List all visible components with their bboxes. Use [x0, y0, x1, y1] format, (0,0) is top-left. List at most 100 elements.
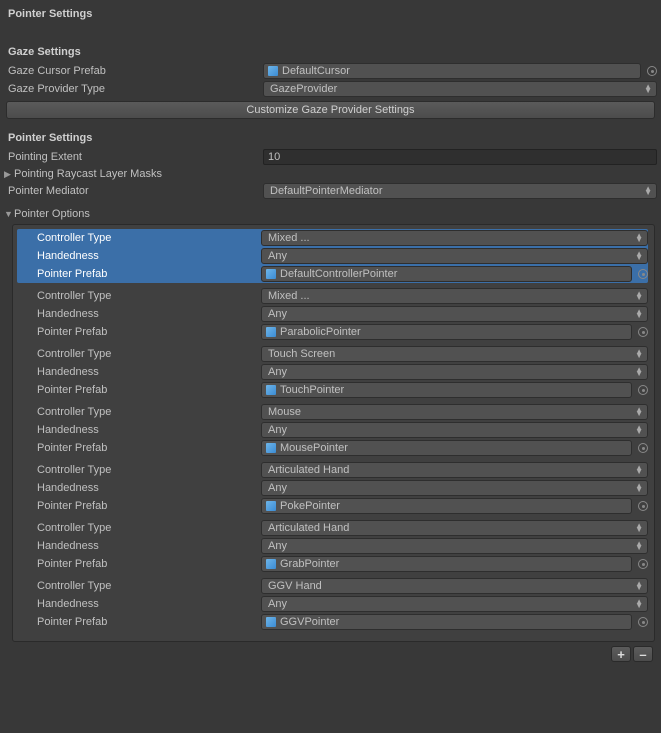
prefab-icon — [266, 269, 276, 279]
handedness-value: Any — [268, 540, 287, 552]
pointer-option[interactable]: Controller Type Articulated Hand ▲▼ Hand… — [17, 461, 648, 515]
gaze-header: Gaze Settings — [4, 42, 657, 62]
pointer-prefab-field[interactable]: DefaultControllerPointer — [261, 266, 632, 282]
gaze-cursor-label: Gaze Cursor Prefab — [8, 65, 263, 77]
pointer-options-list: Controller Type Mixed ... ▲▼ Handedness … — [12, 224, 655, 642]
customize-gaze-button[interactable]: Customize Gaze Provider Settings — [6, 101, 655, 119]
pointer-prefab-field[interactable]: GGVPointer — [261, 614, 632, 630]
handedness-value: Any — [268, 424, 287, 436]
dropdown-arrows-icon: ▲▼ — [635, 292, 643, 300]
pointer-prefab-label: Pointer Prefab — [19, 558, 261, 570]
controller-type-dropdown[interactable]: Mixed ... ▲▼ — [261, 288, 648, 304]
foldout-arrow-icon: ▼ — [4, 209, 14, 219]
handedness-label: Handedness — [19, 540, 261, 552]
pointer-option[interactable]: Controller Type Mixed ... ▲▼ Handedness … — [17, 287, 648, 341]
pointer-option[interactable]: Controller Type Mouse ▲▼ Handedness Any … — [17, 403, 648, 457]
dropdown-arrows-icon: ▲▼ — [635, 234, 643, 242]
raycast-label: Pointing Raycast Layer Masks — [14, 168, 162, 180]
pointer-options-foldout[interactable]: ▼ Pointer Options — [4, 206, 657, 222]
handedness-value: Any — [268, 598, 287, 610]
mediator-dropdown[interactable]: DefaultPointerMediator ▲▼ — [263, 183, 657, 199]
mediator-value: DefaultPointerMediator — [270, 185, 383, 197]
pointer-prefab-field[interactable]: ParabolicPointer — [261, 324, 632, 340]
gaze-cursor-picker[interactable] — [643, 64, 657, 78]
handedness-dropdown[interactable]: Any ▲▼ — [261, 364, 648, 380]
pointer-prefab-field[interactable]: GrabPointer — [261, 556, 632, 572]
dropdown-arrows-icon: ▲▼ — [635, 524, 643, 532]
pointing-extent-field[interactable]: 10 — [263, 149, 657, 165]
pointer-prefab-value: GGVPointer — [280, 616, 339, 628]
dropdown-arrows-icon: ▲▼ — [635, 252, 643, 260]
controller-type-value: Mixed ... — [268, 290, 310, 302]
pointer-option[interactable]: Controller Type GGV Hand ▲▼ Handedness A… — [17, 577, 648, 631]
handedness-dropdown[interactable]: Any ▲▼ — [261, 480, 648, 496]
controller-type-label: Controller Type — [19, 232, 261, 244]
handedness-value: Any — [268, 366, 287, 378]
pointer-prefab-value: ParabolicPointer — [280, 326, 361, 338]
controller-type-value: Articulated Hand — [268, 464, 349, 476]
prefab-picker[interactable] — [634, 325, 648, 339]
pointer-prefab-field[interactable]: PokePointer — [261, 498, 632, 514]
handedness-dropdown[interactable]: Any ▲▼ — [261, 538, 648, 554]
handedness-dropdown[interactable]: Any ▲▼ — [261, 596, 648, 612]
dropdown-arrows-icon: ▲▼ — [635, 466, 643, 474]
prefab-picker[interactable] — [634, 557, 648, 571]
pointer-prefab-value: DefaultControllerPointer — [280, 268, 397, 280]
pointer-prefab-value: TouchPointer — [280, 384, 344, 396]
prefab-icon — [266, 385, 276, 395]
pointer-option[interactable]: Controller Type Articulated Hand ▲▼ Hand… — [17, 519, 648, 573]
dropdown-arrows-icon: ▲▼ — [644, 187, 652, 195]
dropdown-arrows-icon: ▲▼ — [635, 350, 643, 358]
raycast-foldout[interactable]: ▶ Pointing Raycast Layer Masks — [4, 166, 657, 182]
controller-type-dropdown[interactable]: Articulated Hand ▲▼ — [261, 520, 648, 536]
prefab-picker[interactable] — [634, 441, 648, 455]
controller-type-dropdown[interactable]: Mouse ▲▼ — [261, 404, 648, 420]
pointer-header: Pointer Settings — [4, 128, 657, 148]
prefab-picker[interactable] — [634, 267, 648, 281]
controller-type-label: Controller Type — [19, 406, 261, 418]
controller-type-dropdown[interactable]: Articulated Hand ▲▼ — [261, 462, 648, 478]
pointer-prefab-value: GrabPointer — [280, 558, 339, 570]
dropdown-arrows-icon: ▲▼ — [635, 582, 643, 590]
controller-type-dropdown[interactable]: Mixed ... ▲▼ — [261, 230, 648, 246]
handedness-dropdown[interactable]: Any ▲▼ — [261, 306, 648, 322]
pointer-prefab-field[interactable]: TouchPointer — [261, 382, 632, 398]
dropdown-arrows-icon: ▲▼ — [635, 310, 643, 318]
dropdown-arrows-icon: ▲▼ — [644, 85, 652, 93]
handedness-label: Handedness — [19, 250, 261, 262]
prefab-icon — [266, 443, 276, 453]
remove-option-button[interactable]: – — [633, 646, 653, 662]
handedness-dropdown[interactable]: Any ▲▼ — [261, 248, 648, 264]
gaze-provider-dropdown[interactable]: GazeProvider ▲▼ — [263, 81, 657, 97]
gaze-cursor-field[interactable]: DefaultCursor — [263, 63, 641, 79]
gaze-provider-value: GazeProvider — [270, 83, 337, 95]
controller-type-dropdown[interactable]: Touch Screen ▲▼ — [261, 346, 648, 362]
controller-type-value: Mixed ... — [268, 232, 310, 244]
handedness-dropdown[interactable]: Any ▲▼ — [261, 422, 648, 438]
prefab-picker[interactable] — [634, 615, 648, 629]
pointer-option[interactable]: Controller Type Mixed ... ▲▼ Handedness … — [17, 229, 648, 283]
handedness-label: Handedness — [19, 482, 261, 494]
pointer-options-label: Pointer Options — [14, 208, 90, 220]
prefab-picker[interactable] — [634, 499, 648, 513]
pointer-prefab-label: Pointer Prefab — [19, 384, 261, 396]
prefab-icon — [268, 66, 278, 76]
panel-title: Pointer Settings — [4, 4, 657, 24]
add-option-button[interactable]: + — [611, 646, 631, 662]
prefab-picker[interactable] — [634, 383, 648, 397]
pointer-prefab-value: MousePointer — [280, 442, 348, 454]
pointer-option[interactable]: Controller Type Touch Screen ▲▼ Handedne… — [17, 345, 648, 399]
controller-type-value: Mouse — [268, 406, 301, 418]
controller-type-label: Controller Type — [19, 464, 261, 476]
dropdown-arrows-icon: ▲▼ — [635, 600, 643, 608]
pointer-prefab-label: Pointer Prefab — [19, 268, 261, 280]
pointer-prefab-label: Pointer Prefab — [19, 616, 261, 628]
prefab-icon — [266, 501, 276, 511]
dropdown-arrows-icon: ▲▼ — [635, 408, 643, 416]
pointer-prefab-field[interactable]: MousePointer — [261, 440, 632, 456]
foldout-arrow-icon: ▶ — [4, 169, 14, 180]
pointer-prefab-label: Pointer Prefab — [19, 442, 261, 454]
controller-type-dropdown[interactable]: GGV Hand ▲▼ — [261, 578, 648, 594]
dropdown-arrows-icon: ▲▼ — [635, 542, 643, 550]
prefab-icon — [266, 559, 276, 569]
